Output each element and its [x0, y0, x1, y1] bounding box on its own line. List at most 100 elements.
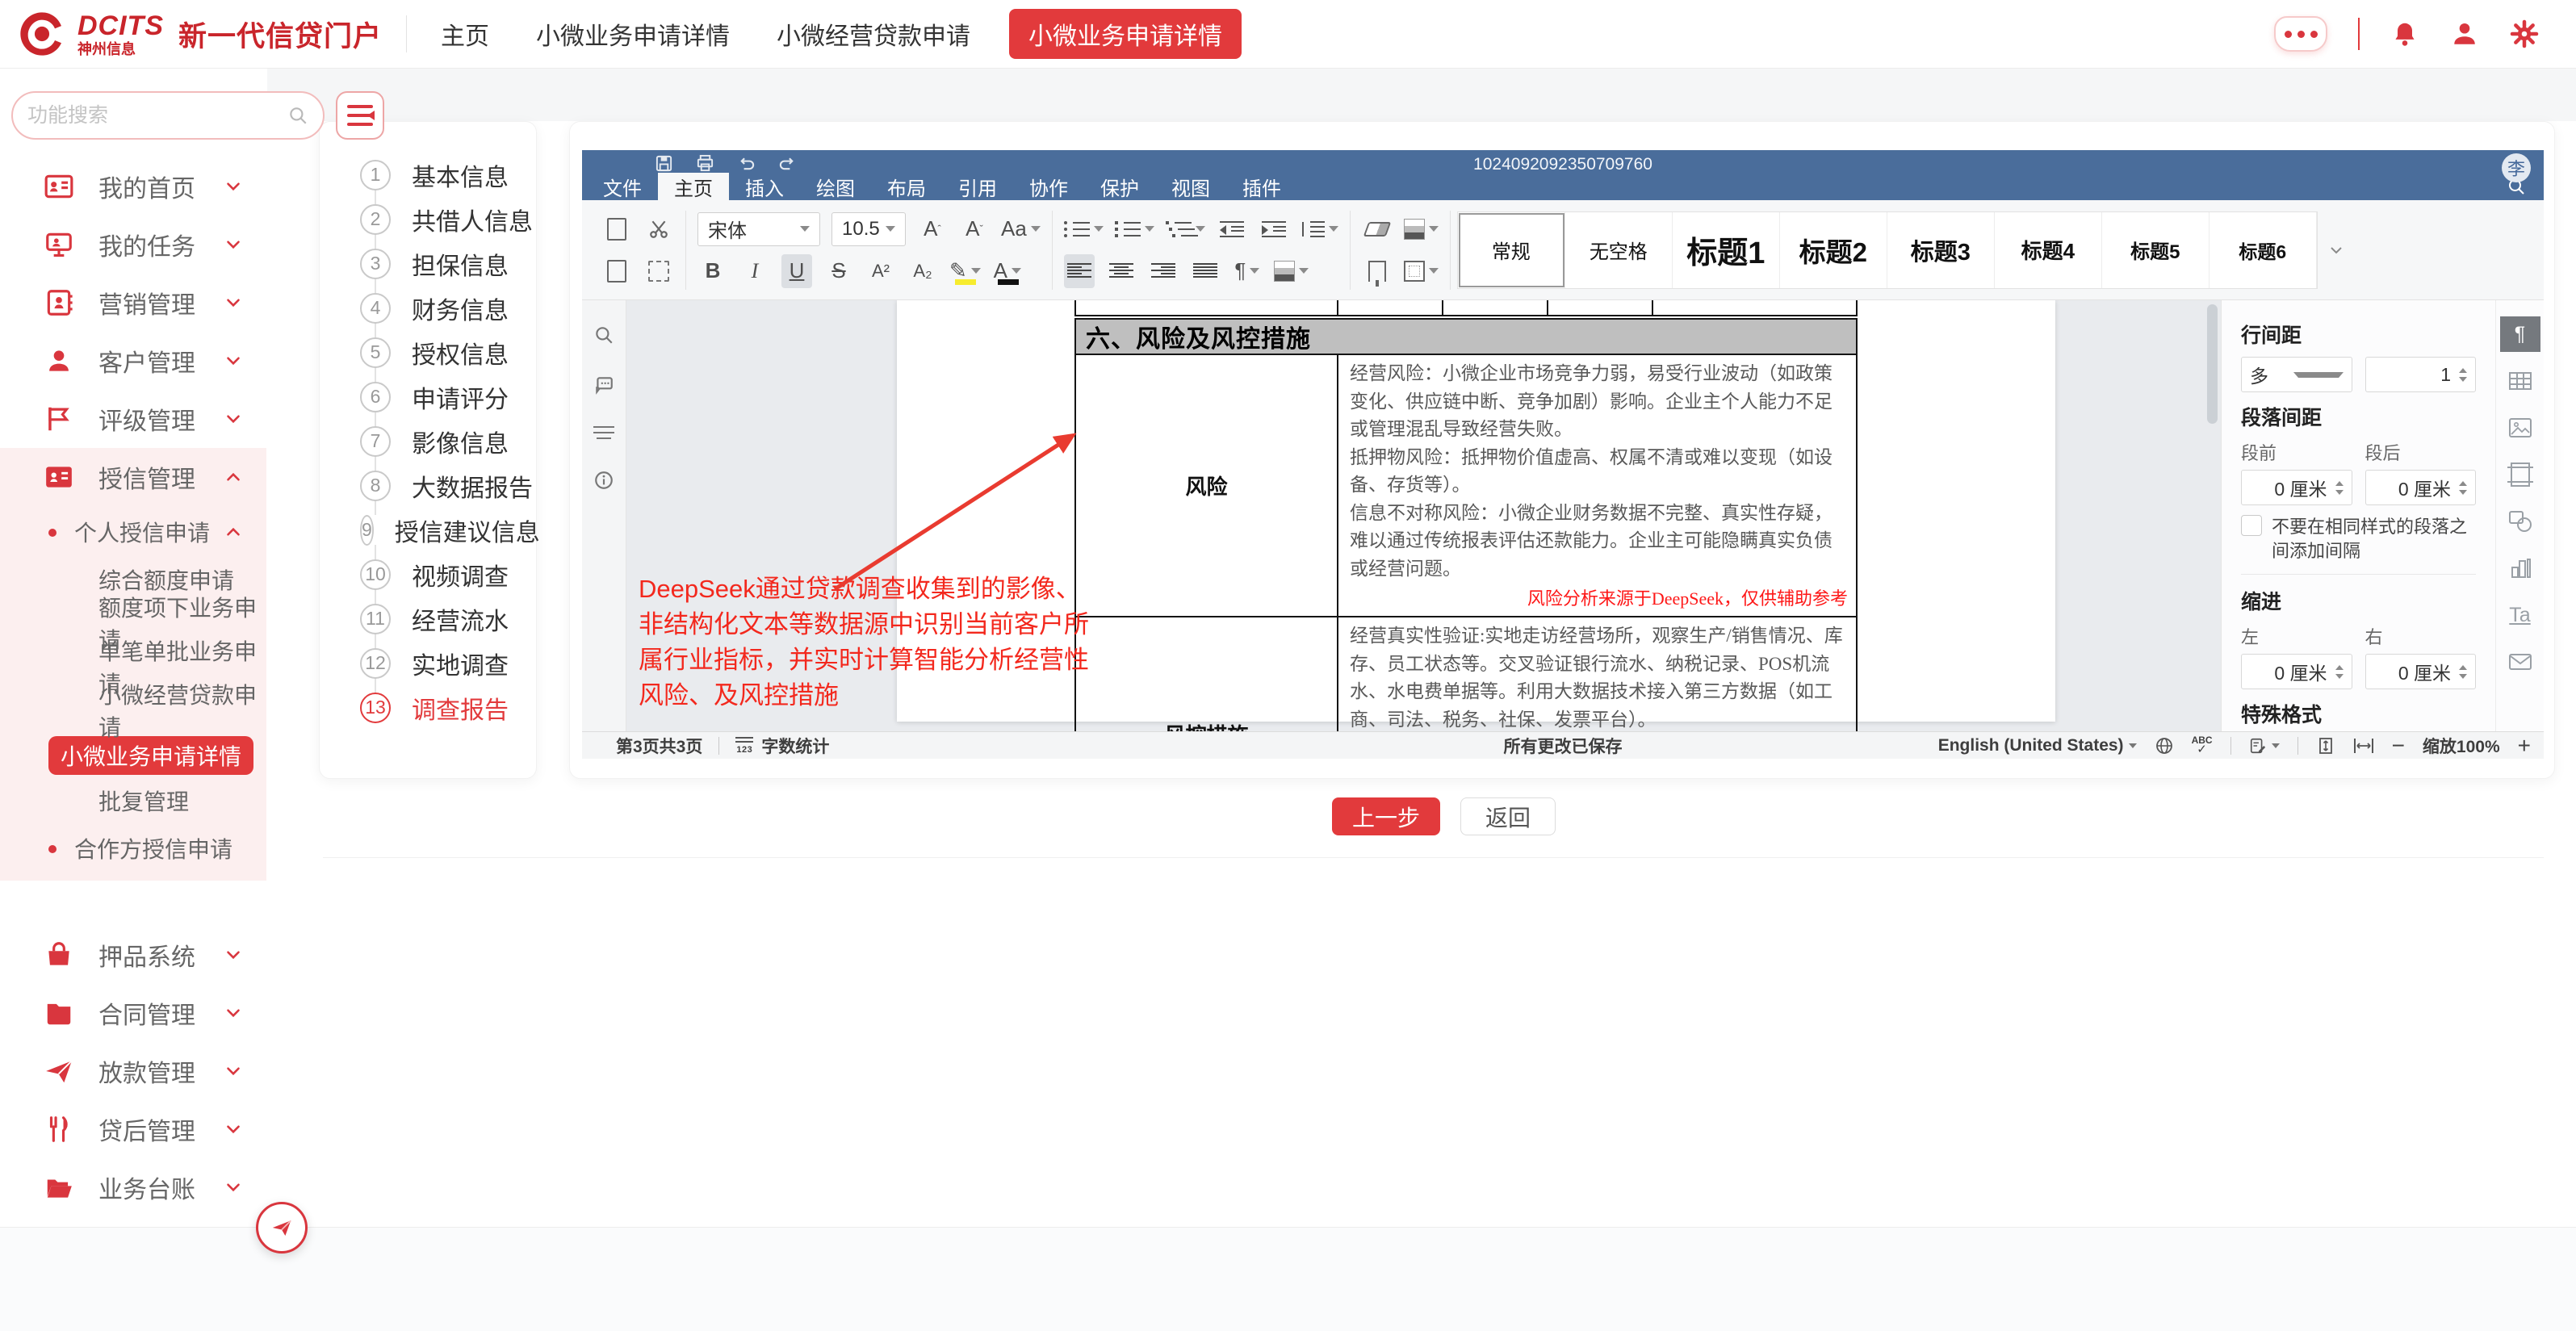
- subscript-button[interactable]: A₂: [907, 254, 938, 288]
- indent-left-stepper[interactable]: 0 厘米: [2241, 654, 2352, 689]
- notification-bell-icon[interactable]: [2390, 19, 2419, 48]
- nav-tab-micro-detail[interactable]: 小微业务申请详情: [536, 16, 730, 52]
- find-icon[interactable]: [593, 324, 614, 345]
- sidebar-collapse-button[interactable]: [336, 91, 384, 140]
- underline-button[interactable]: U: [781, 254, 812, 288]
- previous-step-button[interactable]: 上一步: [1332, 797, 1440, 835]
- editor-menu-item[interactable]: 保护: [1084, 173, 1155, 200]
- brand-logo[interactable]: DCITS 神州信息 新一代信贷门户: [0, 8, 382, 60]
- sidebar-item-credit-management[interactable]: 授信管理: [0, 448, 266, 506]
- editor-menu-item[interactable]: 引用: [942, 173, 1013, 200]
- grow-font-button[interactable]: Aˆ: [917, 212, 948, 246]
- step-item[interactable]: 8 大数据报告: [320, 463, 536, 508]
- editor-menu-item[interactable]: 绘图: [800, 173, 871, 200]
- track-changes-button[interactable]: [2249, 737, 2280, 755]
- italic-button[interactable]: I: [739, 254, 770, 288]
- sidebar-item-disbursement[interactable]: 放款管理: [0, 1042, 266, 1100]
- shapes-panel-tab[interactable]: [2500, 504, 2540, 539]
- step-item[interactable]: 3 担保信息: [320, 241, 536, 286]
- decrease-indent-button[interactable]: [1217, 212, 1247, 246]
- more-actions-button[interactable]: [2274, 16, 2327, 52]
- border-settings-button[interactable]: [1404, 254, 1439, 288]
- style-gallery-expand-button[interactable]: [2318, 241, 2355, 260]
- word-count-button[interactable]: 123 字数统计: [735, 734, 829, 758]
- submenu-personal-credit[interactable]: 个人授信申请: [0, 506, 266, 558]
- image-panel-tab[interactable]: [2500, 410, 2540, 446]
- nav-tab-active[interactable]: 小微业务申请详情: [1009, 9, 1242, 59]
- step-item[interactable]: 2 共借人信息: [320, 197, 536, 241]
- step-item[interactable]: 10 视频调查: [320, 552, 536, 596]
- spellcheck-icon[interactable]: ABC✓: [2192, 735, 2213, 755]
- style-option[interactable]: 标题5: [2102, 212, 2209, 288]
- align-right-button[interactable]: [1148, 254, 1179, 288]
- zoom-in-button[interactable]: +: [2518, 735, 2531, 757]
- bold-button[interactable]: B: [697, 254, 728, 288]
- chart-panel-tab[interactable]: [2500, 550, 2540, 586]
- change-case-button[interactable]: Aa: [1001, 212, 1041, 246]
- editor-menu-item[interactable]: 插入: [729, 173, 800, 200]
- sidebar-item-post-loan[interactable]: 贷后管理: [0, 1100, 266, 1158]
- sidebar-item-collateral[interactable]: 押品系统: [0, 926, 266, 984]
- page-indicator[interactable]: 第3页共3页: [616, 734, 702, 758]
- multilevel-list-button[interactable]: [1166, 212, 1205, 246]
- sidebar-item-marketing[interactable]: 营销管理: [0, 274, 266, 332]
- align-center-button[interactable]: [1106, 254, 1137, 288]
- sidebar-item-my-tasks[interactable]: 我的任务: [0, 216, 266, 274]
- step-item[interactable]: 11 经营流水: [320, 596, 536, 641]
- style-option[interactable]: 常规: [1458, 212, 1565, 288]
- paragraph-panel-tab[interactable]: ¶: [2500, 316, 2540, 352]
- step-item[interactable]: 7 影像信息: [320, 419, 536, 463]
- format-painter-button[interactable]: [1362, 254, 1393, 288]
- info-icon[interactable]: [593, 470, 614, 491]
- numbered-list-button[interactable]: [1115, 212, 1154, 246]
- font-family-select[interactable]: 宋体: [697, 212, 820, 246]
- font-size-select[interactable]: 10.5: [831, 212, 906, 246]
- step-item[interactable]: 6 申请评分: [320, 375, 536, 419]
- step-item[interactable]: 12 实地调查: [320, 641, 536, 685]
- globe-icon[interactable]: [2155, 736, 2174, 755]
- font-color-button[interactable]: A: [992, 254, 1023, 288]
- shading-button[interactable]: [1274, 254, 1309, 288]
- align-left-button[interactable]: [1064, 254, 1095, 288]
- editor-menu-item[interactable]: 主页: [658, 173, 729, 200]
- function-search-box[interactable]: [11, 91, 325, 140]
- step-item[interactable]: 1 基本信息: [320, 153, 536, 197]
- user-avatar[interactable]: 李: [2502, 153, 2531, 182]
- mail-merge-panel-tab[interactable]: [2500, 644, 2540, 680]
- table-panel-tab[interactable]: [2500, 363, 2540, 399]
- line-spacing-value-stepper[interactable]: 1: [2365, 357, 2477, 392]
- zoom-out-button[interactable]: −: [2392, 735, 2405, 757]
- spacing-before-stepper[interactable]: 0 厘米: [2241, 470, 2352, 505]
- sidebar-item-rating[interactable]: 评级管理: [0, 390, 266, 448]
- step-item[interactable]: 5 授权信息: [320, 330, 536, 375]
- style-option[interactable]: 标题2: [1780, 212, 1887, 288]
- fill-color-button[interactable]: [1404, 212, 1439, 246]
- sidebar-item-my-home[interactable]: 我的首页: [0, 157, 266, 216]
- increase-indent-button[interactable]: [1259, 212, 1289, 246]
- indent-right-stepper[interactable]: 0 厘米: [2365, 654, 2477, 689]
- shrink-font-button[interactable]: Aˇ: [959, 212, 990, 246]
- comments-icon[interactable]: [593, 375, 614, 396]
- spacing-after-stepper[interactable]: 0 厘米: [2365, 470, 2477, 505]
- highlight-color-button[interactable]: ✎: [949, 254, 981, 288]
- step-item[interactable]: 13 调查报告: [320, 685, 536, 730]
- select-button[interactable]: [643, 254, 674, 288]
- zoom-level[interactable]: 缩放100%: [2423, 734, 2500, 758]
- text-art-panel-tab[interactable]: Ta: [2500, 597, 2540, 633]
- sidebar-item-customers[interactable]: 客户管理: [0, 332, 266, 390]
- style-option[interactable]: 标题3: [1887, 212, 1995, 288]
- sidebar-item-contracts[interactable]: 合同管理: [0, 984, 266, 1042]
- floating-send-button[interactable]: [256, 1202, 308, 1254]
- editor-menu-item[interactable]: 协作: [1013, 173, 1084, 200]
- nav-tab-micro-loan[interactable]: 小微经营贷款申请: [777, 16, 970, 52]
- back-button[interactable]: 返回: [1460, 797, 1556, 835]
- paragraph-marks-button[interactable]: ¶: [1232, 254, 1263, 288]
- cut-button[interactable]: [643, 212, 674, 246]
- fit-width-icon[interactable]: [2353, 737, 2374, 755]
- same-style-checkbox[interactable]: [2241, 515, 2262, 536]
- style-option[interactable]: 无空格: [1565, 212, 1673, 288]
- editor-menu-item[interactable]: 插件: [1226, 173, 1297, 200]
- editor-menu-item[interactable]: 布局: [871, 173, 942, 200]
- search-input[interactable]: [27, 104, 287, 128]
- fit-page-icon[interactable]: [2316, 736, 2335, 755]
